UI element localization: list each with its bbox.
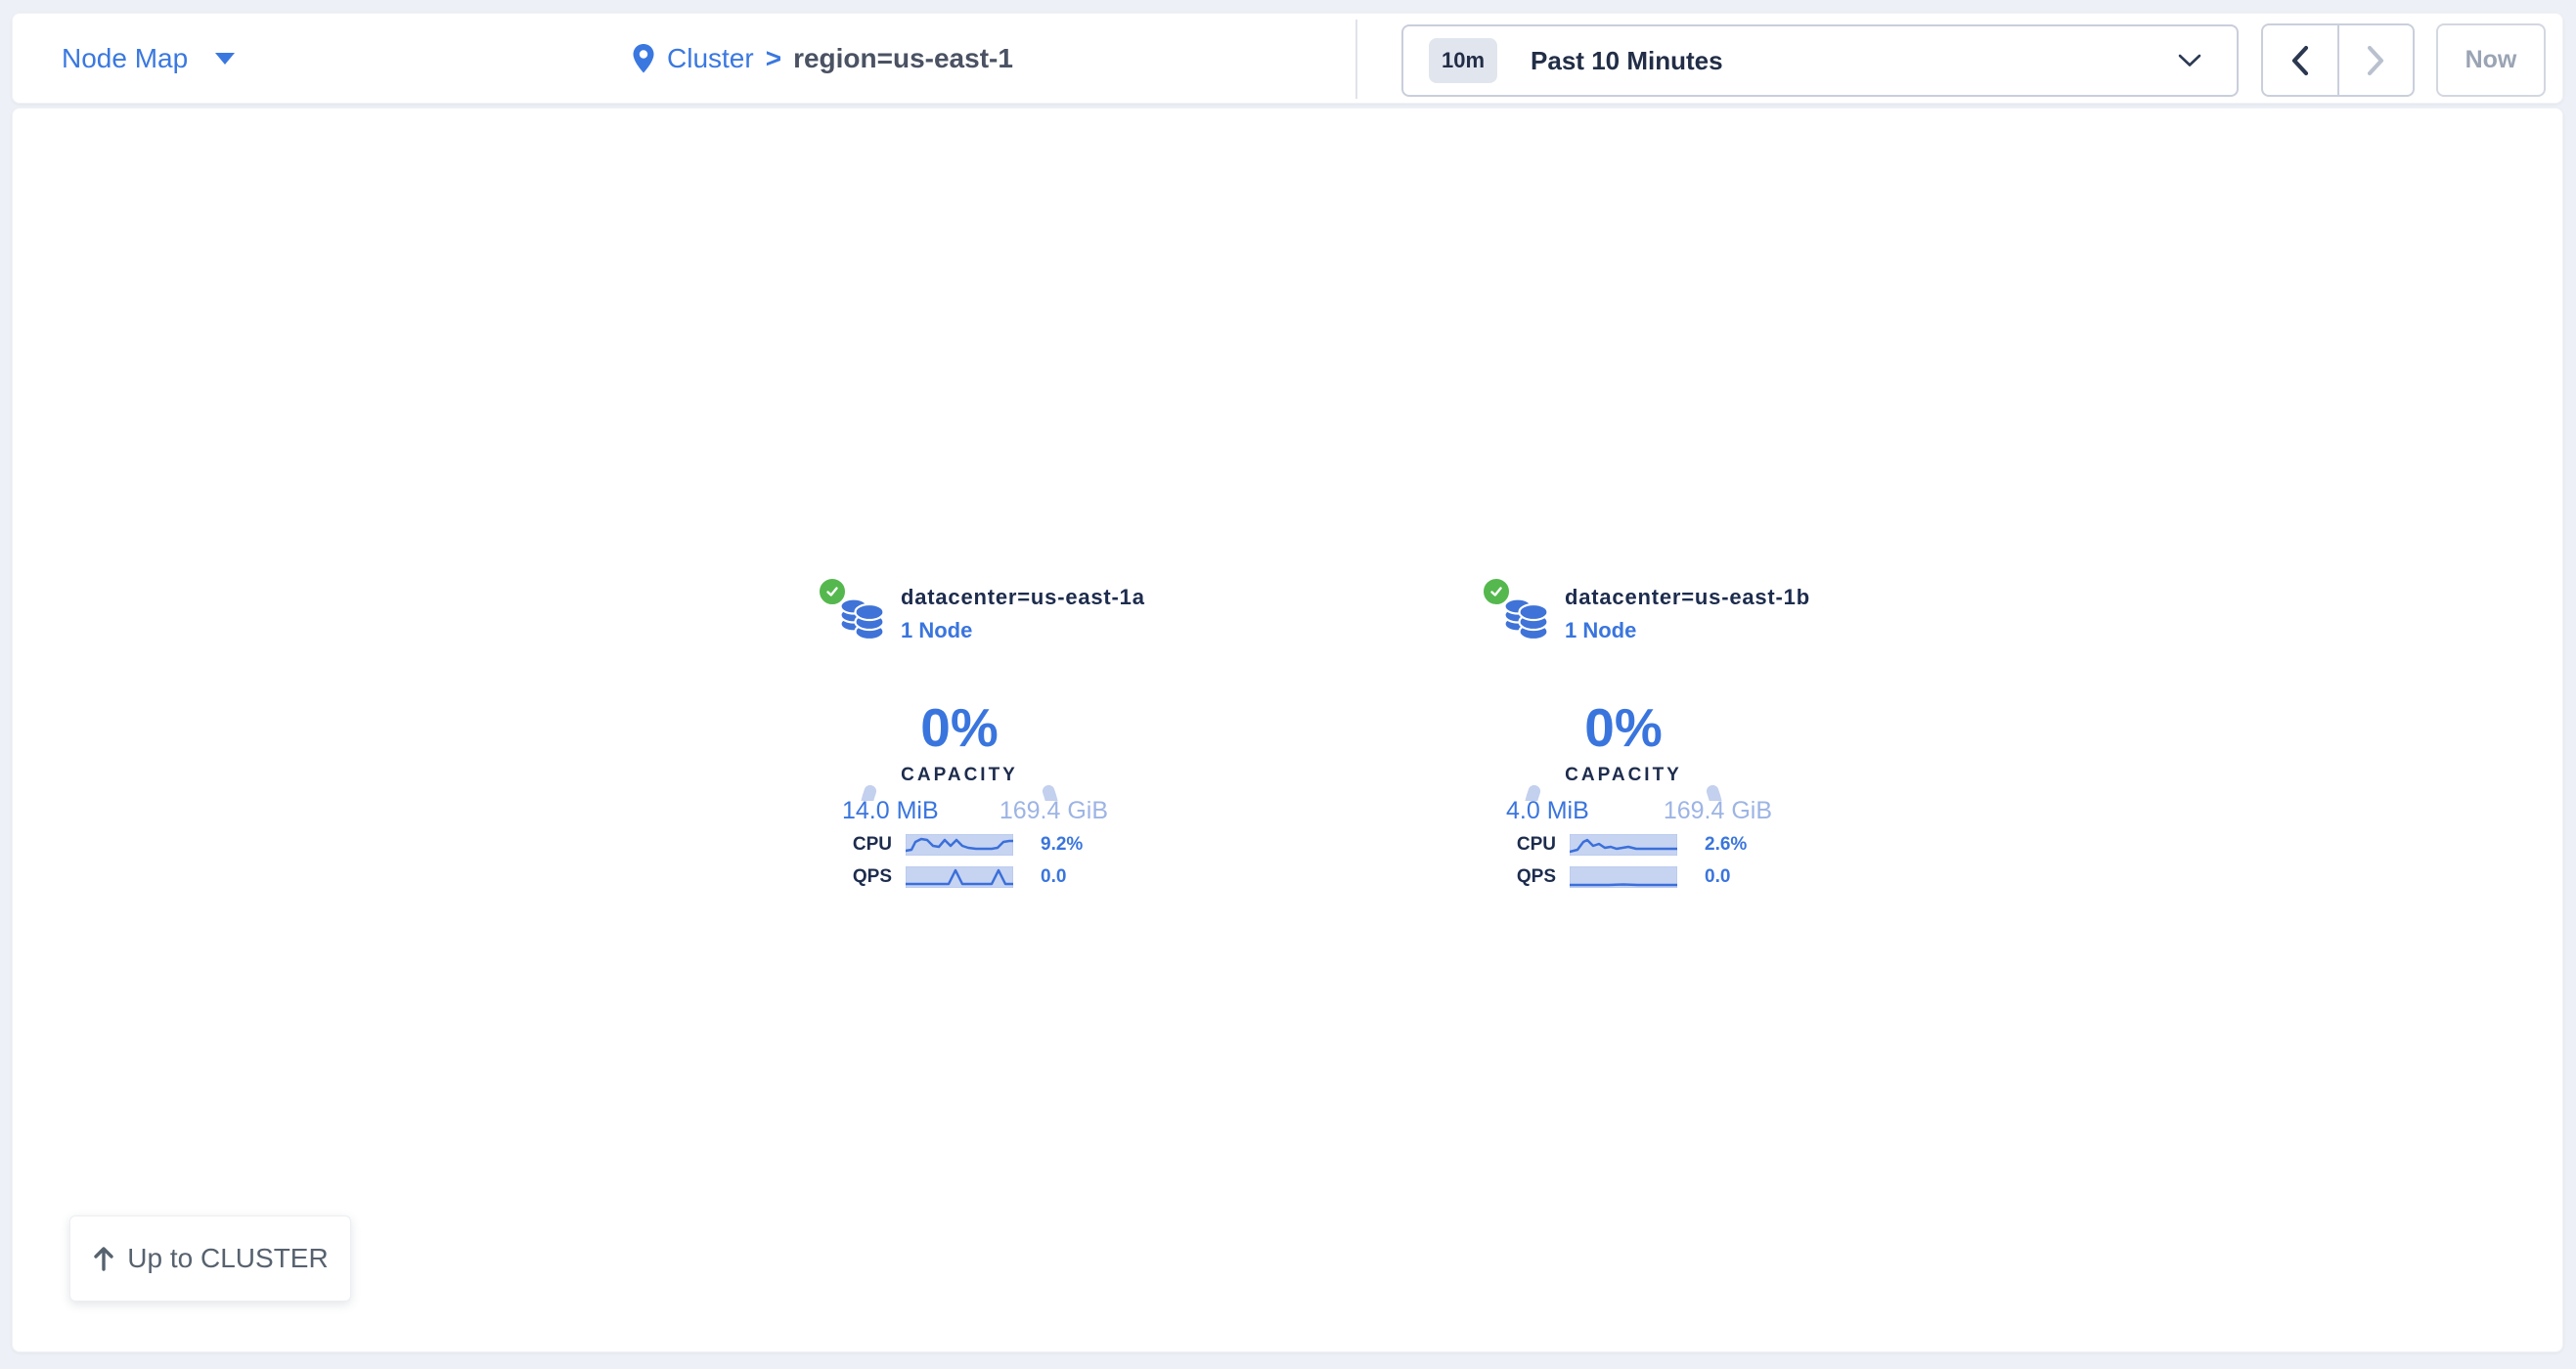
qps-sparkline-chart	[906, 866, 1013, 888]
locality-node-count-link[interactable]: 1 Node	[1565, 618, 1636, 643]
up-button-label: Up to CLUSTER	[127, 1243, 328, 1274]
view-selector-label: Node Map	[62, 43, 188, 74]
chevron-down-icon	[215, 53, 235, 65]
metric-value: 9.2%	[1041, 834, 1083, 856]
metric-value: 0.0	[1041, 866, 1066, 888]
metric-value: 0.0	[1705, 866, 1730, 888]
check-circle-icon	[1481, 576, 1512, 607]
capacity-label: CAPACITY	[1467, 765, 1780, 786]
check-circle-icon	[817, 576, 848, 607]
database-stack-icon	[1502, 595, 1551, 643]
locality-card-us-east-1a[interactable]: datacenter=us-east-1a 1 Node 0% CAPACITY…	[803, 573, 1116, 905]
database-stack-icon	[838, 595, 887, 643]
now-button[interactable]: Now	[2436, 23, 2546, 97]
view-selector-dropdown[interactable]: Node Map	[62, 14, 235, 103]
cpu-sparkline-chart	[1570, 834, 1677, 856]
time-prev-button[interactable]	[2263, 25, 2337, 95]
arrow-up-icon	[92, 1245, 115, 1272]
qps-sparkline-chart	[1570, 866, 1677, 888]
capacity-total: 169.4 GiB	[999, 796, 1108, 825]
metric-label: QPS	[1491, 866, 1556, 888]
chevron-right-icon	[2366, 45, 2385, 76]
capacity-range: 4.0 MiB 169.4 GiB	[1506, 796, 1772, 825]
capacity-used: 14.0 MiB	[842, 796, 939, 825]
locality-name: datacenter=us-east-1b	[1565, 585, 1810, 610]
metric-row-cpu: CPU 9.2%	[827, 833, 1083, 857]
breadcrumb: Cluster > region=us-east-1	[632, 14, 1013, 103]
metric-label: QPS	[827, 866, 892, 888]
breadcrumb-separator: >	[766, 43, 781, 74]
locality-metrics: CPU 2.6% QPS 0.0	[1491, 833, 1747, 889]
topbar: Node Map Cluster > region=us-east-1 10m …	[12, 13, 2563, 104]
metric-label: CPU	[1491, 834, 1556, 856]
locality-card-us-east-1b[interactable]: datacenter=us-east-1b 1 Node 0% CAPACITY…	[1467, 573, 1780, 905]
time-nav-group	[2261, 23, 2415, 97]
chevron-down-icon	[2178, 54, 2201, 67]
cpu-sparkline-chart	[906, 834, 1013, 856]
metric-row-qps: QPS 0.0	[1491, 865, 1747, 889]
capacity-range: 14.0 MiB 169.4 GiB	[842, 796, 1108, 825]
capacity-label: CAPACITY	[803, 765, 1116, 786]
metric-row-cpu: CPU 2.6%	[1491, 833, 1747, 857]
time-range-badge: 10m	[1429, 38, 1497, 83]
time-range-label: Past 10 Minutes	[1531, 46, 1723, 76]
location-pin-icon	[632, 43, 655, 74]
locality-node-count-link[interactable]: 1 Node	[901, 618, 972, 643]
capacity-percent: 0%	[1467, 696, 1780, 759]
node-map-canvas: datacenter=us-east-1a 1 Node 0% CAPACITY…	[12, 108, 2563, 1352]
time-range-selector[interactable]: 10m Past 10 Minutes	[1401, 24, 2239, 97]
metric-row-qps: QPS 0.0	[827, 865, 1083, 889]
capacity-used: 4.0 MiB	[1506, 796, 1589, 825]
capacity-percent: 0%	[803, 696, 1116, 759]
metric-label: CPU	[827, 834, 892, 856]
breadcrumb-current: region=us-east-1	[793, 43, 1013, 74]
chevron-left-icon	[2290, 45, 2310, 76]
up-to-cluster-button[interactable]: Up to CLUSTER	[69, 1215, 351, 1302]
capacity-total: 169.4 GiB	[1664, 796, 1772, 825]
topbar-divider	[1355, 20, 1357, 99]
time-next-button[interactable]	[2337, 25, 2414, 95]
locality-name: datacenter=us-east-1a	[901, 585, 1145, 610]
breadcrumb-cluster-link[interactable]: Cluster	[667, 43, 754, 74]
locality-metrics: CPU 9.2% QPS 0.0	[827, 833, 1083, 889]
metric-value: 2.6%	[1705, 834, 1747, 856]
